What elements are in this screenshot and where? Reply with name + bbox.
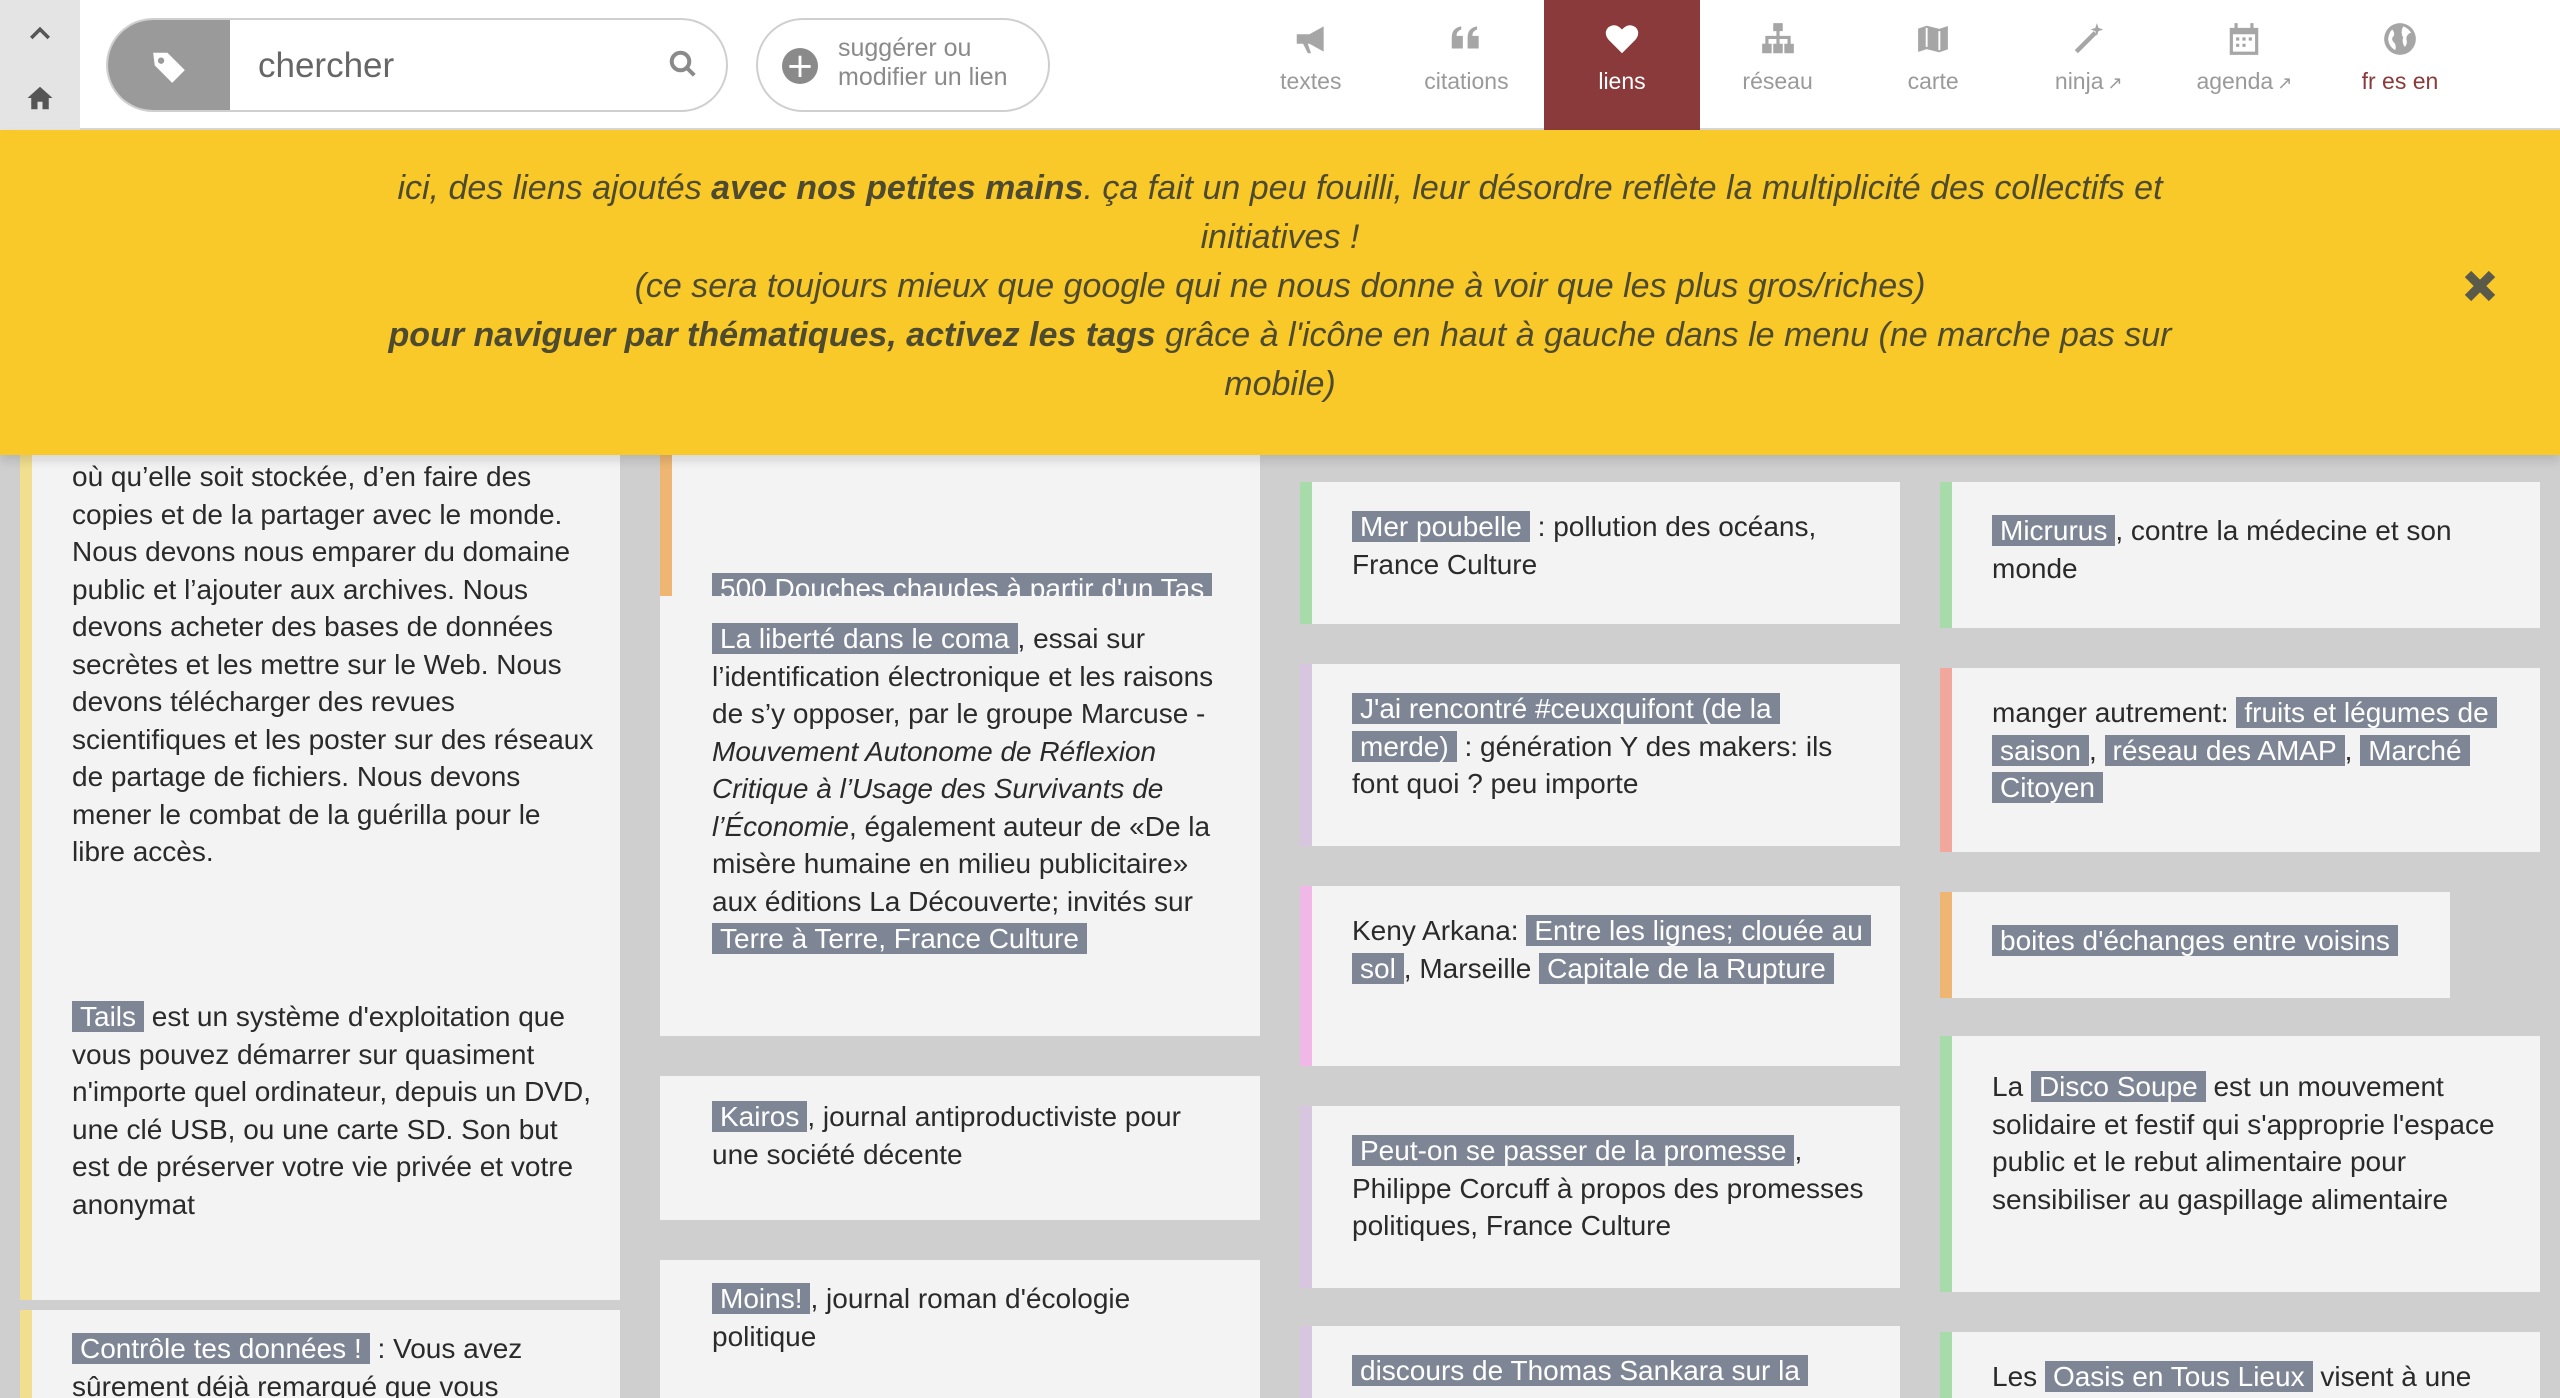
link-card: Mer poubelle : pollution des océans, Fra… <box>1300 482 1900 624</box>
tag-link[interactable]: Moins! <box>712 1283 811 1314</box>
home-icon <box>27 86 53 109</box>
tag-link[interactable]: Tails <box>72 1001 145 1032</box>
top-bar: + suggérer ou modifier un lien textes ci… <box>0 0 2560 130</box>
plus-circle-icon: + <box>782 48 818 84</box>
link-card: Contrôle tes données ! : Vous avez sûrem… <box>20 1310 620 1398</box>
close-icon <box>2464 270 2496 302</box>
calendar-icon <box>2230 23 2259 55</box>
nav-textes[interactable]: textes <box>1233 0 1389 130</box>
tag-link[interactable]: Kairos <box>712 1101 808 1132</box>
info-banner: ici, des liens ajoutés avec nos petites … <box>0 130 2560 455</box>
nav-languages[interactable]: fr es en <box>2322 0 2478 130</box>
link-card: Micrurus, contre la médecine et son mond… <box>1940 482 2540 628</box>
close-banner-button[interactable] <box>2462 268 2502 308</box>
nav-liens[interactable]: liens <box>1544 0 1700 130</box>
external-link-icon: ↗ <box>2277 73 2293 93</box>
link-card: Keny Arkana: Entre les lignes; clouée au… <box>1300 886 1900 1066</box>
link-card: discours de Thomas Sankara sur la <box>1300 1326 1900 1398</box>
chevron-up-icon <box>30 26 50 39</box>
tag-link[interactable]: Disco Soupe <box>2030 1071 2206 1102</box>
collapse-button[interactable] <box>0 0 80 65</box>
suggest-label: suggérer ou modifier un lien <box>838 34 1008 91</box>
search-icon[interactable] <box>668 49 698 84</box>
link-card: Moins!, journal roman d'écologie politiq… <box>660 1260 1260 1398</box>
side-buttons <box>0 0 80 130</box>
link-card: Tails est un système d'exploitation que … <box>20 978 620 1300</box>
suggest-link-button[interactable]: + suggérer ou modifier un lien <box>756 18 1050 112</box>
tag-filter-button[interactable] <box>108 20 230 110</box>
search-input[interactable] <box>258 38 618 94</box>
nav-carte[interactable]: carte <box>1855 0 2011 130</box>
tag-link[interactable]: Mer poubelle <box>1352 511 1530 542</box>
tag-link[interactable]: Oasis en Tous Lieux <box>2044 1361 2313 1392</box>
tag-link[interactable]: discours de Thomas Sankara sur la <box>1352 1355 1808 1386</box>
link-card: Kairos, journal antiproductiviste pour u… <box>660 1076 1260 1220</box>
home-button[interactable] <box>0 65 80 130</box>
tag-link[interactable]: Peut-on se passer de la promesse <box>1352 1135 1795 1166</box>
external-link-icon: ↗ <box>2107 73 2123 93</box>
map-icon <box>1916 23 1950 55</box>
tag-link[interactable]: Micrurus <box>1992 515 2116 546</box>
nav-reseau[interactable]: réseau <box>1700 0 1856 130</box>
tag-link[interactable]: Capitale de la Rupture <box>1539 952 1834 984</box>
nav-citations[interactable]: citations <box>1389 0 1545 130</box>
tag-link[interactable]: Terre à Terre, France Culture <box>712 923 1087 954</box>
link-card: où qu’elle soit stockée, d’en faire des … <box>20 442 620 1068</box>
search-bar <box>106 18 728 112</box>
link-card: J'ai rencontré #ceuxquifont (de la merde… <box>1300 664 1900 846</box>
quote-icon <box>1452 26 1480 49</box>
main-nav: textes citations liens réseau carte ninj… <box>1233 0 2478 130</box>
nav-ninja[interactable]: ninja ↗ <box>2011 0 2167 130</box>
megaphone-icon <box>1296 26 1324 54</box>
tag-link[interactable]: boites d'échanges entre voisins <box>1992 925 2398 956</box>
tag-link[interactable]: réseau des AMAP <box>2104 734 2345 766</box>
tag-link[interactable]: La liberté dans le coma <box>712 623 1018 654</box>
tag-icon <box>153 52 185 83</box>
link-card: La Disco Soupe est un mouvement solidair… <box>1940 1036 2540 1292</box>
link-card: boites d'échanges entre voisins <box>1940 892 2450 998</box>
sitemap-icon <box>1761 23 1794 54</box>
magic-wand-icon <box>2074 23 2104 54</box>
nav-agenda[interactable]: agenda ↗ <box>2167 0 2323 130</box>
heart-icon <box>1605 25 1639 54</box>
tag-link[interactable]: Contrôle tes données ! <box>72 1333 370 1364</box>
link-card: manger autrement: fruits et légumes de s… <box>1940 668 2540 852</box>
link-card: Les Oasis en Tous Lieux visent à une <box>1940 1332 2540 1398</box>
link-card: Peut-on se passer de la promesse, Philip… <box>1300 1106 1900 1288</box>
globe-icon <box>2384 23 2416 55</box>
banner-text: ici, des liens ajoutés avec nos petites … <box>388 169 2172 403</box>
link-card: La liberté dans le coma, essai sur l’ide… <box>660 596 1260 1036</box>
